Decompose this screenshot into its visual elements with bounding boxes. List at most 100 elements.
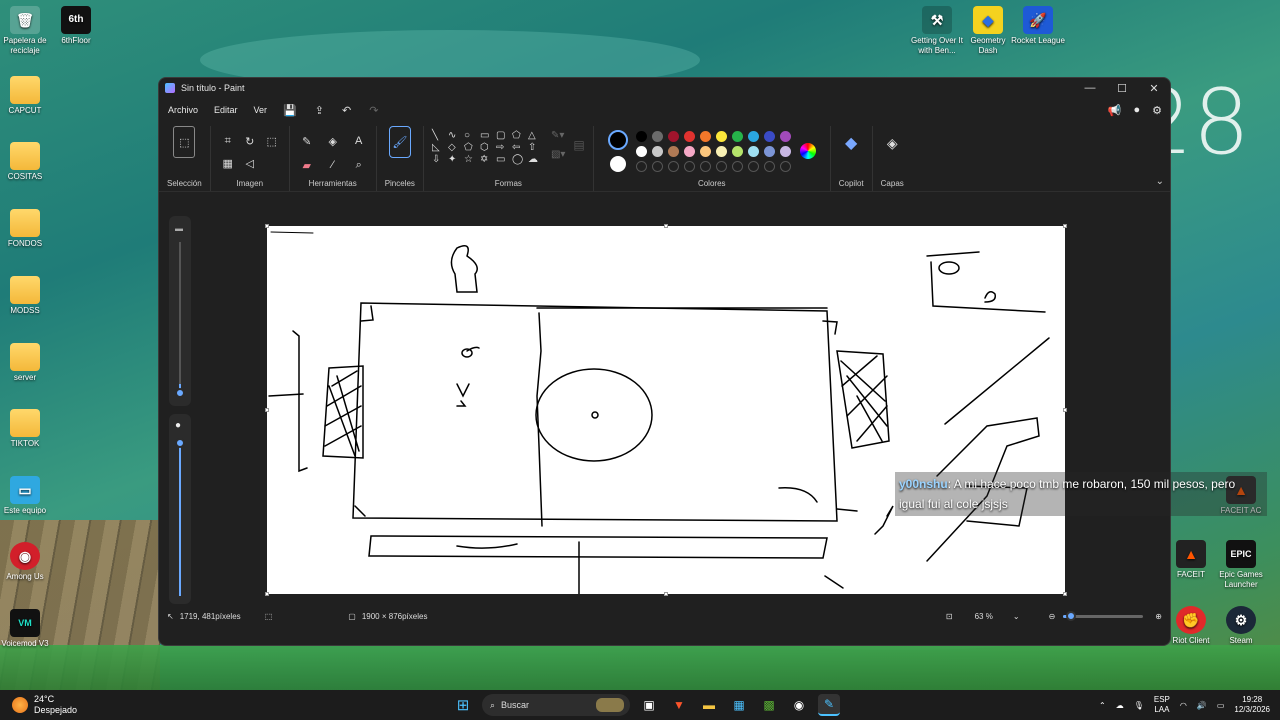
maximize-icon[interactable]: ☐: [1106, 82, 1138, 95]
settings-icon[interactable]: ⚙: [1152, 104, 1162, 117]
desktop-icon-recycle-bin[interactable]: 🗑 Papelera de reciclaje: [0, 6, 53, 56]
custom-color-slot[interactable]: [747, 160, 759, 172]
color-swatch[interactable]: [635, 145, 647, 157]
eraser-icon[interactable]: ▰: [298, 156, 316, 174]
zoom-knob[interactable]: [1066, 610, 1077, 621]
selection-icon[interactable]: ⬚: [173, 126, 196, 158]
color-swatch[interactable]: [651, 145, 663, 157]
zoom-slider[interactable]: [1063, 610, 1144, 621]
shapes-gallery[interactable]: ╲ ∿ ○ ▭ ▢ ⬠ △ ◺ ◇ ⬠ ⬡ ⇨ ⇦ ⇧ ⇩ ✦ ☆ ✡ ▭ ◯ ☁: [432, 130, 543, 165]
custom-color-slot[interactable]: [683, 160, 695, 172]
star5-shape-icon[interactable]: ☆: [464, 154, 479, 165]
diamond-shape-icon[interactable]: ◇: [448, 142, 463, 153]
minimize-icon[interactable]: —: [1074, 82, 1106, 95]
account-icon[interactable]: ●: [1133, 104, 1140, 117]
windows-start-icon[interactable]: ⊞: [452, 694, 474, 716]
zoom-out-icon[interactable]: ⊖: [1049, 612, 1056, 621]
menu-archivo[interactable]: Archivo: [168, 105, 198, 115]
pencil-icon[interactable]: ✎: [298, 132, 316, 150]
remove-bg-icon[interactable]: [263, 154, 281, 172]
color2-swatch[interactable]: [609, 156, 626, 172]
menu-ver[interactable]: Ver: [254, 105, 268, 115]
share-icon[interactable]: ⇪: [315, 104, 324, 117]
color-swatch[interactable]: [731, 130, 743, 142]
arrow-left-shape-icon[interactable]: ⇦: [512, 142, 527, 153]
search-box[interactable]: ⌕ Buscar: [482, 694, 630, 716]
callout-oval-shape-icon[interactable]: ◯: [512, 154, 527, 165]
desktop-icon-among-us[interactable]: ◉ Among Us: [0, 542, 53, 582]
wifi-icon[interactable]: ◠: [1180, 701, 1187, 710]
desktop-folder-cositas[interactable]: COSITAS: [0, 142, 53, 182]
pentagon-shape-icon[interactable]: ⬠: [464, 142, 479, 153]
collapse-ribbon-icon[interactable]: ⌄: [1156, 176, 1164, 187]
color-swatch[interactable]: [763, 130, 775, 142]
color-swatch[interactable]: [747, 145, 759, 157]
fit-window-icon[interactable]: ⊡: [946, 612, 953, 621]
star4-shape-icon[interactable]: ✦: [448, 154, 463, 165]
menu-editar[interactable]: Editar: [214, 105, 238, 115]
color-swatch[interactable]: [699, 145, 711, 157]
resize-handle[interactable]: [1063, 408, 1067, 412]
desktop-icon-geometry-dash[interactable]: ◆ Geometry Dash: [960, 6, 1016, 56]
desktop-icon-steam[interactable]: ⚙ Steam: [1213, 606, 1269, 646]
right-triangle-shape-icon[interactable]: ◺: [432, 142, 447, 153]
outline-icon[interactable]: ✎▾: [551, 130, 565, 141]
desktop-folder-modss[interactable]: MODSS: [0, 276, 53, 316]
image-ai-icon[interactable]: ⬚: [263, 132, 281, 150]
color-swatch[interactable]: [683, 130, 695, 142]
battery-icon[interactable]: ▭: [1217, 701, 1225, 710]
resize-handle[interactable]: [265, 408, 269, 412]
desktop-icon-rocket-league[interactable]: 🚀 Rocket League: [1010, 6, 1066, 46]
color-swatch[interactable]: [699, 130, 711, 142]
callout-rect-shape-icon[interactable]: ▭: [496, 154, 511, 165]
drawing-canvas[interactable]: [265, 224, 1067, 596]
edit-colors-icon[interactable]: [799, 143, 816, 159]
star6-shape-icon[interactable]: ✡: [480, 154, 495, 165]
text-icon[interactable]: A: [350, 132, 368, 150]
shape-more-icon[interactable]: ▤: [573, 138, 584, 165]
color-swatch[interactable]: [779, 145, 791, 157]
color-swatch[interactable]: [667, 145, 679, 157]
desktop-icon-riot-client[interactable]: ✊ Riot Client: [1163, 606, 1219, 646]
close-icon[interactable]: ✕: [1138, 82, 1170, 95]
desktop-folder-capcut[interactable]: CAPCUT: [0, 76, 53, 116]
weather-widget[interactable]: 24°C Despejado: [0, 694, 77, 716]
desktop-icon-este-equipo[interactable]: ▭ Este equipo: [0, 476, 53, 516]
resize-handle[interactable]: [265, 224, 269, 228]
zoom-select[interactable]: 63 % ⌄: [975, 612, 1031, 621]
custom-color-slot[interactable]: [635, 160, 647, 172]
arrow-up-shape-icon[interactable]: ⇧: [528, 142, 543, 153]
custom-color-slot[interactable]: [779, 160, 791, 172]
obs-icon[interactable]: ◉: [788, 694, 810, 716]
curve-shape-icon[interactable]: ∿: [448, 130, 463, 141]
desktop-icon-voicemod[interactable]: VM Voicemod V3: [0, 609, 53, 649]
color-picker-icon[interactable]: ⁄: [324, 156, 342, 174]
save-icon[interactable]: 💾: [283, 104, 297, 117]
fill-icon[interactable]: ◈: [324, 132, 342, 150]
triangle-shape-icon[interactable]: △: [528, 130, 543, 141]
microphone-icon[interactable]: 🎙: [1134, 701, 1144, 710]
color-swatch[interactable]: [715, 145, 727, 157]
copilot-icon[interactable]: ◆: [842, 134, 860, 152]
resize-handle[interactable]: [265, 592, 269, 596]
resize-handle[interactable]: [1063, 224, 1067, 228]
size-slider[interactable]: ▬: [169, 216, 191, 406]
magnifier-icon[interactable]: ⌕: [350, 156, 368, 174]
arrow-right-shape-icon[interactable]: ⇨: [496, 142, 511, 153]
crop-icon[interactable]: ⌗: [219, 132, 237, 150]
custom-color-slot[interactable]: [699, 160, 711, 172]
brush-icon[interactable]: 🖌: [388, 126, 411, 158]
desktop-icon-6thfloor[interactable]: 6th 6thFloor: [48, 6, 104, 46]
custom-color-slot[interactable]: [651, 160, 663, 172]
onedrive-icon[interactable]: ☁: [1116, 701, 1124, 710]
desktop-icon-faceit[interactable]: ▲ FACEIT: [1163, 540, 1219, 580]
resize-handle[interactable]: [1063, 592, 1067, 596]
color-swatch[interactable]: [779, 130, 791, 142]
roundrect-shape-icon[interactable]: ▢: [496, 130, 511, 141]
redo-icon[interactable]: ↷: [369, 104, 378, 117]
language-indicator[interactable]: ESP LAA: [1154, 695, 1170, 715]
fill-style-icon[interactable]: ▧▾: [551, 149, 565, 160]
color-swatch[interactable]: [763, 145, 775, 157]
desktop-icon-epic-games[interactable]: EPIC Epic Games Launcher: [1213, 540, 1269, 590]
layers-icon[interactable]: ◈: [883, 134, 901, 152]
